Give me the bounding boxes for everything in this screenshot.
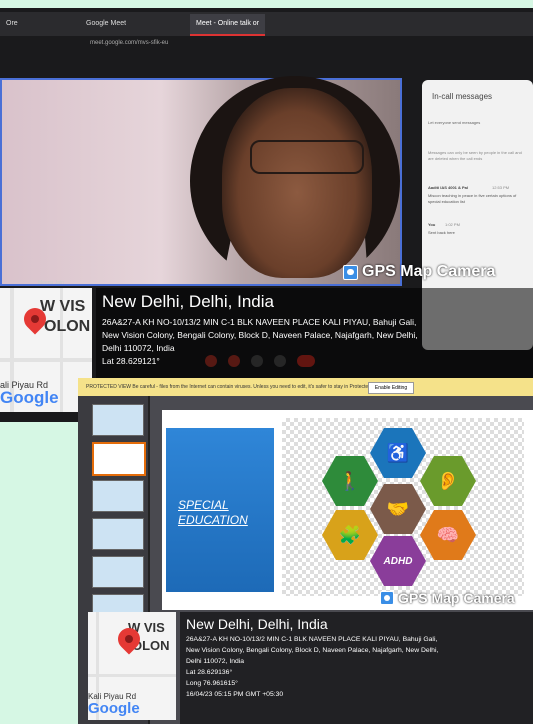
slide-title-line: SPECIAL [178, 498, 229, 512]
google-logo: Google [0, 388, 59, 407]
enable-editing-button[interactable]: Enable Editing [368, 382, 414, 394]
gps-city: New Delhi, Delhi, India [186, 616, 328, 632]
slide-thumbnail[interactable] [92, 518, 144, 550]
slide-title: SPECIAL EDUCATION [178, 498, 248, 528]
gps-camera-icon [343, 264, 358, 280]
gps-camera-icon [380, 591, 394, 605]
slide-thumbnail-selected[interactable] [92, 442, 146, 476]
chat-time: 1:02 PM [445, 222, 460, 227]
map-road [0, 358, 92, 362]
gps-latitude: Lat 28.629121° [102, 356, 160, 366]
gps-brand-label: GPS Map Camera [362, 263, 496, 280]
browser-tab[interactable]: Google Meet [80, 14, 132, 34]
chat-message: Sent back here [428, 230, 455, 235]
gps-address-line: 26A&27-A KH NO-10/13/2 MIN C-1 BLK NAVEE… [186, 636, 438, 643]
slide-thumbnail[interactable] [92, 480, 144, 512]
participant-name: Meenu Jain [38, 280, 64, 286]
gps-latitude: Lat 28.629136° [186, 669, 233, 676]
google-logo: Google [88, 700, 140, 717]
gps-brand: GPS Map Camera [343, 263, 495, 281]
map-label: W VIS [40, 298, 86, 315]
participant-face [222, 88, 372, 278]
gps-address-line: New Vision Colony, Bengali Colony, Block… [186, 647, 439, 654]
chat-time: 12:53 PM [492, 185, 510, 190]
address-bar[interactable]: meet.google.com/mvs-sfik-eu [90, 40, 168, 46]
slide-thumbnail[interactable] [92, 404, 144, 436]
gps-brand: GPS Map Camera [380, 590, 515, 606]
chat-note: Messages can only be seen by people in t… [428, 150, 522, 161]
chat-sender: You [428, 222, 436, 227]
protected-view-bar: PROTECTED VIEW Be careful - files from t… [78, 378, 533, 396]
browser-tab-active[interactable]: Meet - Online talk or [190, 14, 266, 36]
gps-address-line: Delhi 110072, India [186, 658, 245, 665]
gps-info-panel: New Delhi, Delhi, India 26A&27-A KH NO-1… [180, 612, 533, 724]
chat-sender: Aaditi IAS 4001 & Pal [428, 185, 469, 190]
gps-info-panel: New Delhi, Delhi, India 26A&27-A KH NO-1… [96, 288, 533, 380]
adhd-label: ADHD [383, 555, 413, 567]
chat-toggle-label[interactable]: Let everyone send messages [428, 120, 524, 125]
gps-city: New Delhi, Delhi, India [102, 292, 274, 311]
slide-thumbnail[interactable] [92, 556, 144, 588]
gps-brand-label: GPS Map Camera [398, 590, 515, 606]
map-road [88, 674, 176, 677]
gps-address-line: New Vision Colony, Bengali Colony, Block… [102, 330, 418, 340]
gps-address-line: 26A&27-A KH NO-10/13/2 MIN C-1 BLK NAVEE… [102, 317, 417, 327]
chat-title: In-call messages [432, 92, 493, 101]
map-label: OLON [44, 318, 91, 335]
gps-address-line: Delhi 110072, India [102, 343, 175, 353]
gps-datetime: 16/04/23 05:15 PM GMT +05:30 [186, 691, 284, 698]
participant-glasses [250, 140, 364, 174]
gps-longitude: Long 76.961615° [186, 680, 238, 687]
browser-tab[interactable]: Ore [0, 14, 24, 34]
gps-map-thumbnail: W VIS OLON Kali Piyau Rd Google [88, 612, 176, 720]
slide-title-line: EDUCATION [178, 513, 248, 527]
chat-message: Miscon teaching in peace in five certain… [428, 193, 517, 204]
